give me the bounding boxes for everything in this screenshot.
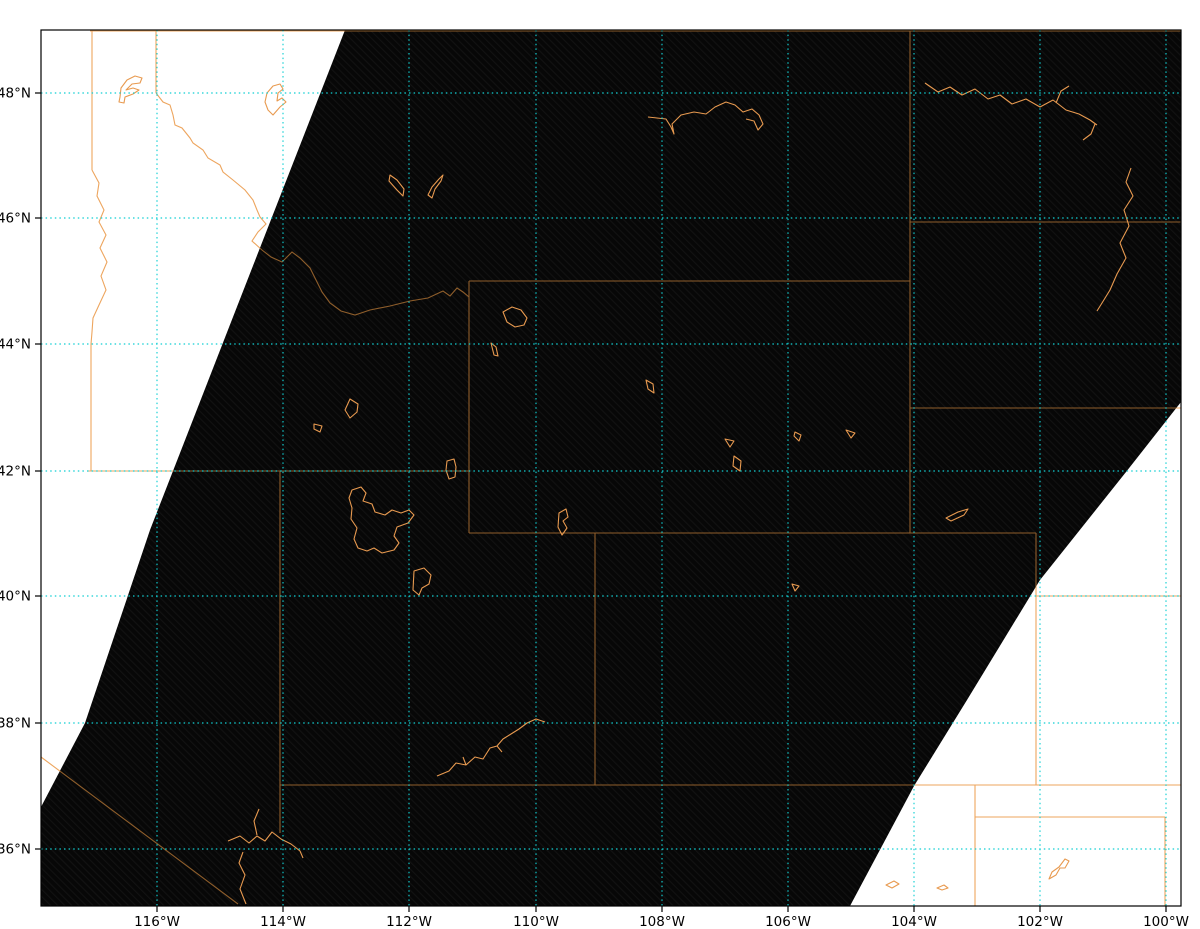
satellite-image-page: GOES-18 Channel 2 (visible) Reflectance …: [0, 0, 1200, 929]
lon-tick-label: 110°W: [513, 914, 559, 929]
lat-tick-label: 48°N: [0, 86, 31, 102]
lon-tick-label: 114°W: [260, 914, 306, 929]
lon-tick-label: 112°W: [386, 914, 432, 929]
lon-tick-label: 104°W: [891, 914, 937, 929]
lat-tick-label: 40°N: [0, 589, 31, 605]
lat-tick-label: 44°N: [0, 337, 31, 353]
lon-tick-label: 102°W: [1017, 914, 1063, 929]
lat-tick-label: 42°N: [0, 464, 31, 480]
lon-tick-label: 116°W: [134, 914, 180, 929]
lat-tick-label: 36°N: [0, 842, 31, 858]
lon-tick-label: 100°W: [1143, 914, 1189, 929]
lon-tick-label: 108°W: [639, 914, 685, 929]
lat-tick-label: 46°N: [0, 211, 31, 227]
lat-tick-label: 38°N: [0, 716, 31, 732]
satellite-map: 48°N 46°N 44°N 42°N 40°N 38°N 36°N 116°W 114°W 11…: [0, 0, 1200, 929]
lon-tick-label: 106°W: [765, 914, 811, 929]
